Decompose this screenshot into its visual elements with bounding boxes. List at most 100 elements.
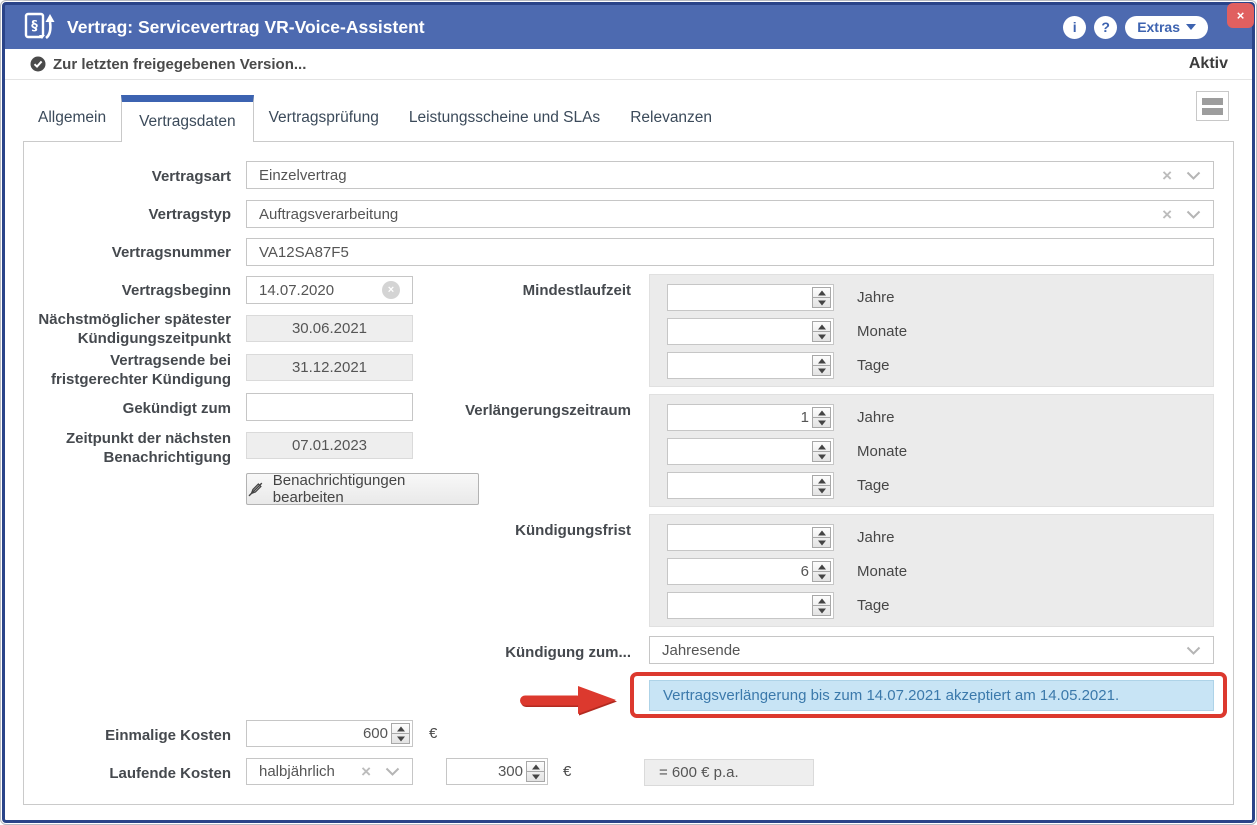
chevron-down-icon[interactable] [1186, 171, 1201, 180]
einmalige-kosten-spinner[interactable] [246, 720, 413, 747]
spin-up-icon[interactable] [813, 528, 830, 537]
vertragsbeginn-input[interactable] [259, 282, 382, 299]
spin-down-icon[interactable] [813, 365, 830, 375]
spin-down-icon[interactable] [813, 605, 830, 615]
mindestlaufzeit-monate-spinner[interactable] [667, 318, 834, 345]
spin-up-icon[interactable] [813, 596, 830, 605]
spinner-buttons[interactable] [812, 441, 831, 462]
spin-up-icon[interactable] [527, 762, 544, 771]
vertragsnummer-field[interactable] [246, 238, 1214, 266]
gekuendigt-zum-input[interactable] [259, 399, 400, 416]
spinner-buttons[interactable] [812, 407, 831, 428]
tab-vertragspruefung[interactable]: Vertragsprüfung [254, 95, 394, 141]
spin-down-icon[interactable] [813, 417, 830, 427]
mindestlaufzeit-jahre-input[interactable] [670, 289, 812, 306]
currency-label: € [563, 763, 571, 780]
kuendigungsfrist-jahre-input[interactable] [670, 529, 812, 546]
spinner-buttons[interactable] [391, 723, 410, 744]
verlaengerung-monate-spinner[interactable] [667, 438, 834, 465]
info-button[interactable]: i [1063, 16, 1086, 39]
spin-down-icon[interactable] [813, 451, 830, 461]
layout-toggle-button[interactable] [1196, 91, 1229, 121]
clear-icon[interactable]: × [361, 763, 371, 780]
spin-down-icon[interactable] [813, 297, 830, 307]
verlaengerung-jahre-input[interactable] [670, 409, 812, 426]
spin-down-icon[interactable] [813, 485, 830, 495]
verlaengerung-tage-input[interactable] [670, 477, 812, 494]
spin-up-icon[interactable] [813, 442, 830, 451]
vertragsart-dropdown[interactable]: × [246, 161, 1214, 189]
vertragstyp-dropdown[interactable]: × [246, 200, 1214, 228]
clear-icon[interactable]: × [1162, 167, 1172, 184]
laufende-kosten-spinner[interactable] [446, 758, 548, 785]
jahre-unit-label: Jahre [857, 289, 895, 306]
spin-up-icon[interactable] [813, 288, 830, 297]
gekuendigt-zum-field[interactable] [246, 393, 413, 421]
spinner-buttons[interactable] [526, 761, 545, 782]
tage-unit-label: Tage [857, 597, 890, 614]
chevron-down-icon[interactable] [1186, 646, 1201, 655]
benachrichtigung-label: Zeitpunkt der nächsten Benachrichtigung [31, 429, 231, 467]
kuendigungsfrist-monate-input[interactable] [670, 563, 812, 580]
spinner-buttons[interactable] [812, 355, 831, 376]
spinner-buttons[interactable] [812, 321, 831, 342]
mindestlaufzeit-tage-spinner[interactable] [667, 352, 834, 379]
spin-down-icon[interactable] [392, 733, 409, 743]
spin-down-icon[interactable] [813, 537, 830, 547]
chevron-down-icon[interactable] [385, 767, 400, 776]
tab-allgemein[interactable]: Allgemein [23, 95, 121, 141]
vertragsbeginn-datepicker[interactable]: × [246, 276, 413, 304]
edit-notifications-button[interactable]: Benachrichtigungen bearbeiten [246, 473, 479, 505]
vertragstyp-input[interactable] [259, 206, 1154, 223]
spin-down-icon[interactable] [813, 571, 830, 581]
tab-relevanzen[interactable]: Relevanzen [615, 95, 727, 141]
spinner-buttons[interactable] [812, 561, 831, 582]
help-button[interactable]: ? [1094, 16, 1117, 39]
einmalige-kosten-input[interactable] [249, 725, 391, 742]
spin-up-icon[interactable] [813, 356, 830, 365]
kuendigung-zum-dropdown[interactable] [649, 636, 1214, 664]
vertragsbeginn-label: Vertragsbeginn [31, 281, 231, 300]
kuendigungsfrist-monate-spinner[interactable] [667, 558, 834, 585]
vertragsart-input[interactable] [259, 167, 1154, 184]
spin-down-icon[interactable] [527, 771, 544, 781]
kuendigungsfrist-tage-input[interactable] [670, 597, 812, 614]
extras-menu-button[interactable]: Extras [1125, 16, 1208, 39]
chevron-down-icon[interactable] [1186, 210, 1201, 219]
spinner-buttons[interactable] [812, 595, 831, 616]
kuendigungsfrist-label: Kündigungsfrist [431, 521, 631, 540]
vertragsnummer-input[interactable] [259, 244, 1201, 261]
benachrichtigung-value: 07.01.2023 [246, 432, 413, 459]
spin-up-icon[interactable] [813, 408, 830, 417]
spinner-buttons[interactable] [812, 527, 831, 548]
spinner-buttons[interactable] [812, 475, 831, 496]
verlaengerung-tage-spinner[interactable] [667, 472, 834, 499]
verlaengerung-jahre-spinner[interactable] [667, 404, 834, 431]
last-released-version-link[interactable]: Zur letzten freigegebenen Version... [30, 56, 306, 73]
spin-up-icon[interactable] [813, 562, 830, 571]
mindestlaufzeit-tage-input[interactable] [670, 357, 812, 374]
spinner-buttons[interactable] [812, 287, 831, 308]
kuendigungsfrist-tage-spinner[interactable] [667, 592, 834, 619]
mindestlaufzeit-jahre-spinner[interactable] [667, 284, 834, 311]
laufende-kosten-input[interactable] [449, 763, 526, 780]
kosten-intervall-dropdown[interactable]: × [246, 758, 413, 785]
kuendigung-zum-input[interactable] [662, 642, 1172, 659]
verlaengerung-monate-input[interactable] [670, 443, 812, 460]
check-circle-icon [30, 56, 46, 72]
spin-down-icon[interactable] [813, 331, 830, 341]
close-button[interactable]: × [1227, 3, 1254, 28]
clear-date-icon[interactable]: × [382, 281, 400, 299]
tab-vertragsdaten[interactable]: Vertragsdaten [121, 95, 254, 142]
kosten-intervall-input[interactable] [259, 763, 353, 780]
mindestlaufzeit-monate-input[interactable] [670, 323, 812, 340]
svg-text:§: § [31, 19, 38, 34]
clear-icon[interactable]: × [1162, 206, 1172, 223]
spin-up-icon[interactable] [813, 476, 830, 485]
spin-up-icon[interactable] [813, 322, 830, 331]
tab-leistungsscheine-slas[interactable]: Leistungsscheine und SLAs [394, 95, 615, 141]
vertragsart-label: Vertragsart [31, 167, 231, 186]
annotation-arrow-icon [518, 684, 622, 718]
kuendigungsfrist-jahre-spinner[interactable] [667, 524, 834, 551]
spin-up-icon[interactable] [392, 724, 409, 733]
